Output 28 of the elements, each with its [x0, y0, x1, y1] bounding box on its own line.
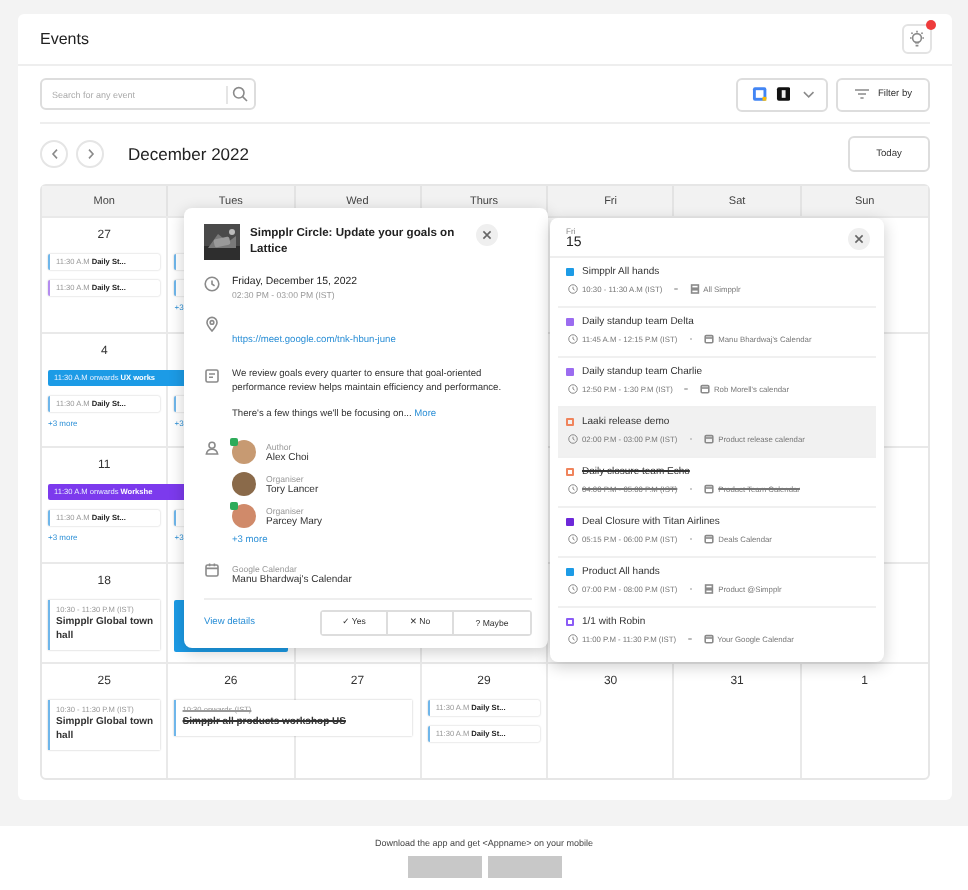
calendar-source-dropdown[interactable]	[736, 77, 828, 111]
chevron-right-icon	[85, 148, 95, 160]
clock-icon	[204, 276, 220, 292]
calendar-icon	[204, 561, 220, 578]
clock-icon	[568, 484, 578, 494]
chevron-left-icon	[49, 148, 59, 160]
clock-icon	[568, 334, 578, 344]
page-title: Events	[40, 30, 89, 48]
next-month-button[interactable]	[76, 140, 104, 168]
clock-icon	[568, 584, 578, 594]
people-icon	[204, 439, 220, 456]
filter-icon	[853, 88, 870, 100]
notes-icon	[204, 368, 220, 384]
clock-icon	[568, 634, 578, 644]
close-icon[interactable]	[848, 227, 870, 249]
clock-icon	[568, 534, 578, 544]
clock-icon	[568, 434, 578, 444]
search-icon	[232, 86, 248, 102]
location-pin-icon	[204, 316, 220, 332]
calendar-icon[interactable]	[775, 86, 791, 102]
previous-month-button[interactable]	[40, 140, 68, 168]
clock-icon	[568, 284, 578, 294]
chevron-down-icon	[802, 89, 817, 99]
month-title: December 2022	[128, 144, 249, 164]
bulb-icon	[908, 30, 926, 48]
clock-icon	[568, 384, 578, 394]
notification-button[interactable]	[902, 24, 932, 54]
close-icon[interactable]	[476, 224, 498, 246]
